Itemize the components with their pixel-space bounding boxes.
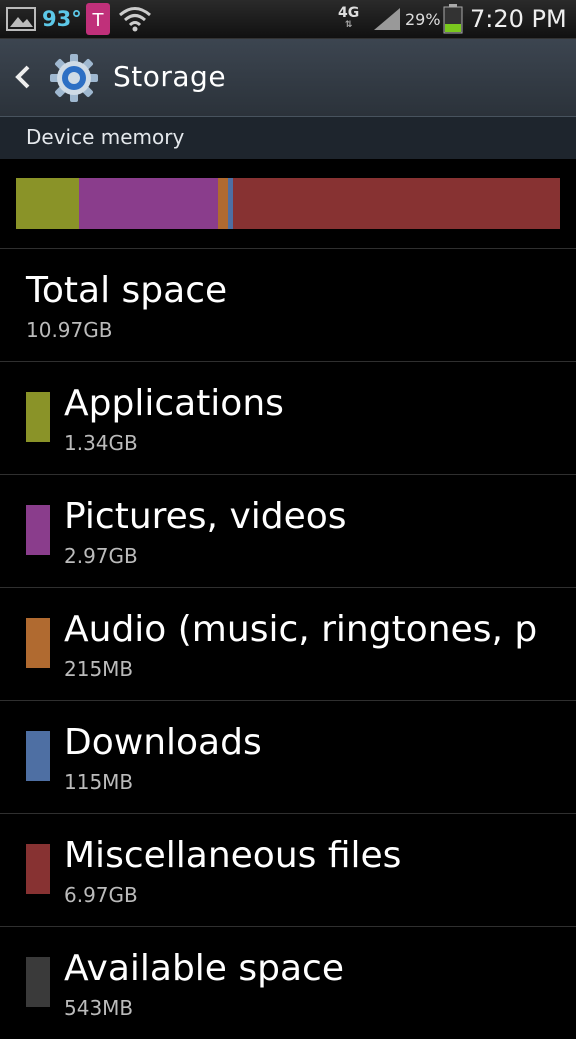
pictures-videos-row[interactable]: Pictures, videos 2.97GB: [0, 475, 576, 587]
wifi-icon: [118, 0, 152, 38]
bar-segment-applications: [16, 178, 79, 229]
clock-text: 7:20 PM: [470, 5, 567, 33]
section-header: Device memory: [0, 116, 576, 159]
bar-segment-audio: [217, 178, 229, 229]
row-label: Miscellaneous files: [64, 835, 402, 876]
color-swatch-pictures: [26, 505, 50, 555]
data-activity-arrows: ⇅: [344, 20, 353, 30]
row-size: 10.97GB: [26, 318, 113, 342]
row-label: Downloads: [64, 722, 262, 763]
section-header-label: Device memory: [26, 125, 185, 149]
row-size: 115MB: [64, 770, 134, 794]
row-size: 543MB: [64, 996, 134, 1020]
action-bar: Storage: [0, 39, 576, 116]
total-space-row: Total space 10.97GB: [0, 249, 576, 361]
network-type-text: 4G: [338, 5, 360, 21]
battery-icon: [443, 0, 463, 38]
color-swatch-available: [26, 957, 50, 1007]
row-size: 6.97GB: [64, 883, 138, 907]
temperature-text: 93°: [42, 7, 82, 31]
network-type-indicator: 4G ⇅: [338, 0, 359, 38]
row-label: Applications: [64, 383, 284, 424]
downloads-row[interactable]: Downloads 115MB: [0, 701, 576, 813]
t-mobile-icon: T: [86, 0, 110, 38]
row-size: 2.97GB: [64, 544, 138, 568]
row-size: 215MB: [64, 657, 134, 681]
color-swatch-downloads: [26, 731, 50, 781]
applications-row[interactable]: Applications 1.34GB: [0, 362, 576, 474]
bar-segment-pictures: [78, 178, 218, 229]
available-space-row: Available space 543MB: [0, 927, 576, 1039]
color-swatch-misc: [26, 844, 50, 894]
row-label: Audio (music, ringtones, p: [64, 609, 538, 650]
status-bar: 93° T 4G ⇅ 29% 7:20 PM: [0, 0, 576, 39]
battery-percent-text: 29%: [405, 9, 441, 29]
signal-strength-icon: [372, 0, 402, 38]
back-arrow-icon[interactable]: [12, 59, 36, 95]
miscellaneous-files-row[interactable]: Miscellaneous files 6.97GB: [0, 814, 576, 926]
page-title: Storage: [113, 60, 227, 93]
row-label: Total space: [26, 270, 228, 311]
row-size: 1.34GB: [64, 431, 138, 455]
row-label: Available space: [64, 948, 345, 989]
row-label: Pictures, videos: [64, 496, 347, 537]
bar-segment-misc: [233, 178, 560, 229]
gallery-icon: [6, 0, 36, 38]
storage-usage-bar: [16, 178, 560, 229]
color-swatch-applications: [26, 392, 50, 442]
audio-row[interactable]: Audio (music, ringtones, p 215MB: [0, 588, 576, 700]
settings-gear-icon[interactable]: [49, 53, 99, 103]
svg-text:T: T: [92, 10, 105, 31]
